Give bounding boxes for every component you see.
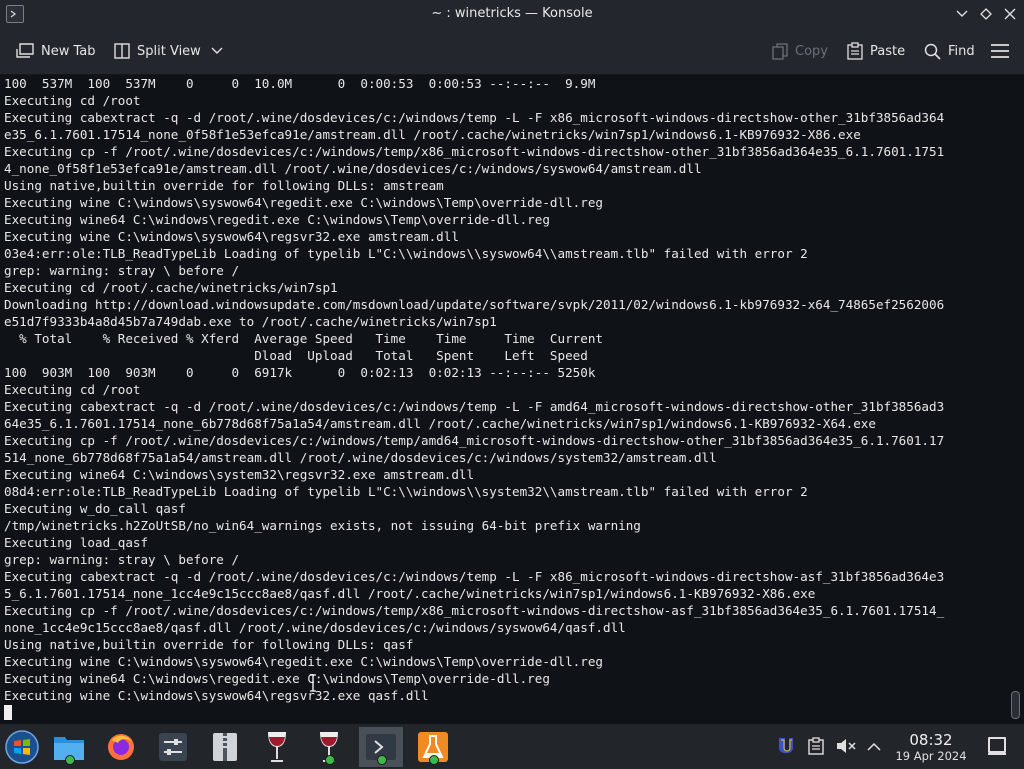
terminal-line: Executing cd /root xyxy=(4,93,141,108)
wine-glass-icon xyxy=(268,732,286,762)
keep-above-icon xyxy=(980,8,992,20)
taskbar-firefox[interactable] xyxy=(99,727,143,767)
settings-sliders-icon xyxy=(159,733,187,761)
clipboard-icon[interactable] xyxy=(806,736,826,756)
terminal-line: 100 537M 100 537M 0 0 10.0M 0 0:00:53 0:… xyxy=(4,76,596,91)
terminal-line: Using native,builtin override for follow… xyxy=(4,178,444,193)
terminal-line: Executing cabextract -q -d /root/.wine/d… xyxy=(4,399,945,414)
split-view-label: Split View xyxy=(137,43,201,59)
split-view-icon xyxy=(114,43,130,59)
terminal-output: 100 537M 100 537M 0 0 10.0M 0 0:00:53 0:… xyxy=(0,75,1008,704)
copy-button[interactable]: Copy xyxy=(772,39,828,63)
paste-icon xyxy=(847,42,863,60)
terminal-line: Executing w_do_call qasf xyxy=(4,501,186,516)
terminal-line: % Total % Received % Xferd Average Speed… xyxy=(4,331,603,346)
window-title: ~ : winetricks — Konsole xyxy=(431,6,593,21)
terminal-line: Executing cp -f /root/.wine/dosdevices/c… xyxy=(4,433,945,448)
terminal-line: Executing wine C:\windows\syswow64\reged… xyxy=(4,654,603,669)
new-tab-button[interactable]: New Tab xyxy=(16,39,96,63)
firefox-icon xyxy=(108,734,134,760)
terminal-line: grep: warning: stray \ before / xyxy=(4,263,240,278)
terminal-line: 03e4:err:ole:TLB_ReadTypeLib Loading of … xyxy=(4,246,808,261)
chevron-down-icon xyxy=(956,10,968,17)
terminal-line: Using native,builtin override for follow… xyxy=(4,637,414,652)
terminal-line: Executing wine C:\windows\syswow64\reged… xyxy=(4,195,603,210)
terminal-line: e35_6.1.7601.17514_none_0f58f1e53efca91e… xyxy=(4,127,861,142)
copy-label: Copy xyxy=(795,43,828,59)
terminal-line: grep: warning: stray \ before / xyxy=(4,552,240,567)
terminal-line: Executing wine64 C:\windows\regedit.exe … xyxy=(4,212,550,227)
terminal-line: Downloading http://download.windowsupdat… xyxy=(4,297,945,312)
title-bar: ~ : winetricks — Konsole xyxy=(0,0,1024,29)
close-button[interactable] xyxy=(1000,4,1020,24)
taskbar-system-settings[interactable] xyxy=(151,727,195,767)
wine-tray-icon[interactable] xyxy=(776,736,796,756)
volume-muted-icon[interactable] xyxy=(836,736,856,756)
taskbar-file-manager[interactable] xyxy=(47,727,91,767)
split-view-button[interactable]: Split View xyxy=(114,39,230,63)
show-desktop-icon[interactable] xyxy=(988,737,1006,755)
terminal-line: 514_none_6b778d68f75a1a54/amstream.dll /… xyxy=(4,450,717,465)
wine-glass-icon xyxy=(320,732,338,762)
terminal-view[interactable]: 100 537M 100 537M 0 0 10.0M 0 0:00:53 0:… xyxy=(0,75,1008,723)
terminal-line: Executing cabextract -q -d /root/.wine/d… xyxy=(4,569,945,584)
terminal-line: Executing load_qasf xyxy=(4,535,149,550)
ibeam-cursor-icon xyxy=(310,674,316,692)
terminal-line: Executing wine64 C:\windows\regedit.exe … xyxy=(4,671,550,686)
close-icon xyxy=(1004,8,1016,20)
scrollbar[interactable] xyxy=(1008,75,1024,723)
text-cursor xyxy=(4,705,12,720)
keep-above-button[interactable] xyxy=(976,4,996,24)
toolbar: New Tab Split View Copy Paste Find xyxy=(0,29,1024,75)
chevron-down-icon[interactable] xyxy=(211,47,223,55)
search-icon xyxy=(924,43,941,60)
minimize-button[interactable] xyxy=(952,4,972,24)
terminal-line: 64e35_6.1.7601.17514_none_6b778d68f75a1a… xyxy=(4,416,876,431)
clock-time[interactable]: 08:32 xyxy=(896,731,966,749)
chevron-up-icon[interactable] xyxy=(864,736,884,756)
clock-date[interactable]: 19 Apr 2024 xyxy=(890,749,972,763)
taskbar-konsole[interactable] xyxy=(359,727,403,767)
paste-button[interactable]: Paste xyxy=(847,39,905,63)
terminal-line: Dload Upload Total Spent Left Speed xyxy=(4,348,588,363)
terminal-icon xyxy=(366,734,396,760)
paste-label: Paste xyxy=(870,43,906,59)
copy-icon xyxy=(772,42,788,60)
terminal-line: 08d4:err:ole:TLB_ReadTypeLib Loading of … xyxy=(4,484,808,499)
terminal-line: Executing cd /root xyxy=(4,382,141,397)
terminal-line: Executing cabextract -q -d /root/.wine/d… xyxy=(4,110,945,125)
find-label: Find xyxy=(948,43,975,59)
taskbar-lab-app[interactable] xyxy=(411,727,455,767)
terminal-line: e51d7f9333b4a8d45b7a749dab.exe to /root/… xyxy=(4,314,497,329)
folder-icon xyxy=(54,737,84,760)
taskbar-wine[interactable] xyxy=(255,727,299,767)
flask-icon xyxy=(418,732,448,762)
archive-zipper-icon xyxy=(213,733,237,761)
terminal-line: Executing wine64 C:\windows\system32\reg… xyxy=(4,467,475,482)
terminal-line: 4_none_0f58f1e53efca91e/amstream.dll /ro… xyxy=(4,161,702,176)
terminal-line: /tmp/winetricks.h2ZoUtSB/no_win64_warnin… xyxy=(4,518,641,533)
terminal-line: 5_6.1.7601.17514_none_1cc4e9c15ccc8ae8/q… xyxy=(4,586,816,601)
new-tab-icon xyxy=(16,43,34,58)
windows-orb-icon xyxy=(5,730,39,764)
terminal-line: none_1cc4e9c15ccc8ae8/qasf.dll /root/.wi… xyxy=(4,620,626,635)
scrollbar-thumb[interactable] xyxy=(1011,691,1020,719)
terminal-line: 100 903M 100 903M 0 0 6917k 0 0:02:13 0:… xyxy=(4,365,596,380)
terminal-line: Executing cp -f /root/.wine/dosdevices/c… xyxy=(4,144,945,159)
find-button[interactable]: Find xyxy=(924,39,975,63)
terminal-line: Executing wine C:\windows\syswow64\regsv… xyxy=(4,688,429,703)
taskbar: 08:32 19 Apr 2024 xyxy=(0,723,1024,769)
hamburger-menu-icon xyxy=(991,44,1009,58)
taskbar-archive-manager[interactable] xyxy=(203,727,247,767)
taskbar-wine-running[interactable] xyxy=(307,727,351,767)
start-menu-button[interactable] xyxy=(0,727,44,767)
hamburger-menu-button[interactable] xyxy=(991,39,1016,63)
terminal-line: Executing cd /root/.cache/winetricks/win… xyxy=(4,280,338,295)
terminal-line: Executing cp -f /root/.wine/dosdevices/c… xyxy=(4,603,945,618)
terminal-line: Executing wine C:\windows\syswow64\regsv… xyxy=(4,229,459,244)
new-tab-label: New Tab xyxy=(41,43,96,59)
